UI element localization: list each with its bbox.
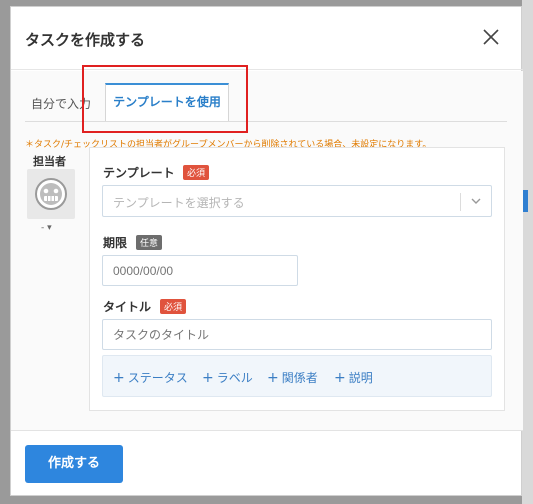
background-accent [523,190,528,212]
close-button[interactable] [479,25,503,49]
required-badge: 必須 [160,299,187,314]
add-description-button[interactable]: + 説明 [334,369,373,386]
template-label: テンプレート [103,166,175,180]
plus-icon: + [113,370,125,386]
plus-icon: + [267,370,279,386]
close-icon [483,29,499,45]
add-status-button[interactable]: + ステータス [113,369,188,386]
background-strip [522,0,533,504]
template-form: テンプレート 必須 テンプレートを選択する 期限 任意 タイトル 必須 +ステー… [89,147,505,411]
dialog-header: タスクを作成する [11,7,523,70]
create-task-dialog: タスクを作成する 自分で入力 テンプレートを使用 ＊タスク/チェックリストの担当… [10,6,523,496]
add-stakeholder-button[interactable]: + 関係者 [267,369,318,386]
template-select[interactable]: テンプレートを選択する [102,185,492,217]
due-date-label: 期限 [103,236,128,250]
assignee-label: 担当者 [33,155,66,168]
chevron-down-icon [471,198,481,204]
select-separator [460,193,461,211]
assignee-dropdown[interactable]: - ▾ [41,223,52,233]
create-button[interactable]: 作成する [25,445,123,483]
tabs-divider [25,121,507,122]
default-avatar-icon [35,178,67,210]
add-options-bar: + ステータス + ラベル + 関係者 + 説明 [102,355,492,397]
required-badge: 必須 [183,165,210,180]
tab-use-template[interactable]: テンプレートを使用 [105,83,229,121]
title-label: タイトル [103,300,152,314]
tab-manual-input[interactable]: 自分で入力 [31,95,91,112]
title-input[interactable] [102,319,492,350]
template-select-placeholder: テンプレートを選択する [113,196,245,210]
add-label-button[interactable]: + ラベル [202,369,253,386]
optional-badge: 任意 [136,235,163,250]
assignee-avatar[interactable] [27,169,75,219]
plus-icon: + [334,370,346,386]
caret-down-icon: ▾ [47,223,52,233]
assignee-selected: - [41,223,45,233]
plus-icon: + [202,370,214,386]
footer-divider [11,430,523,431]
due-date-input[interactable] [102,255,298,286]
dialog-title: タスクを作成する [25,31,146,49]
